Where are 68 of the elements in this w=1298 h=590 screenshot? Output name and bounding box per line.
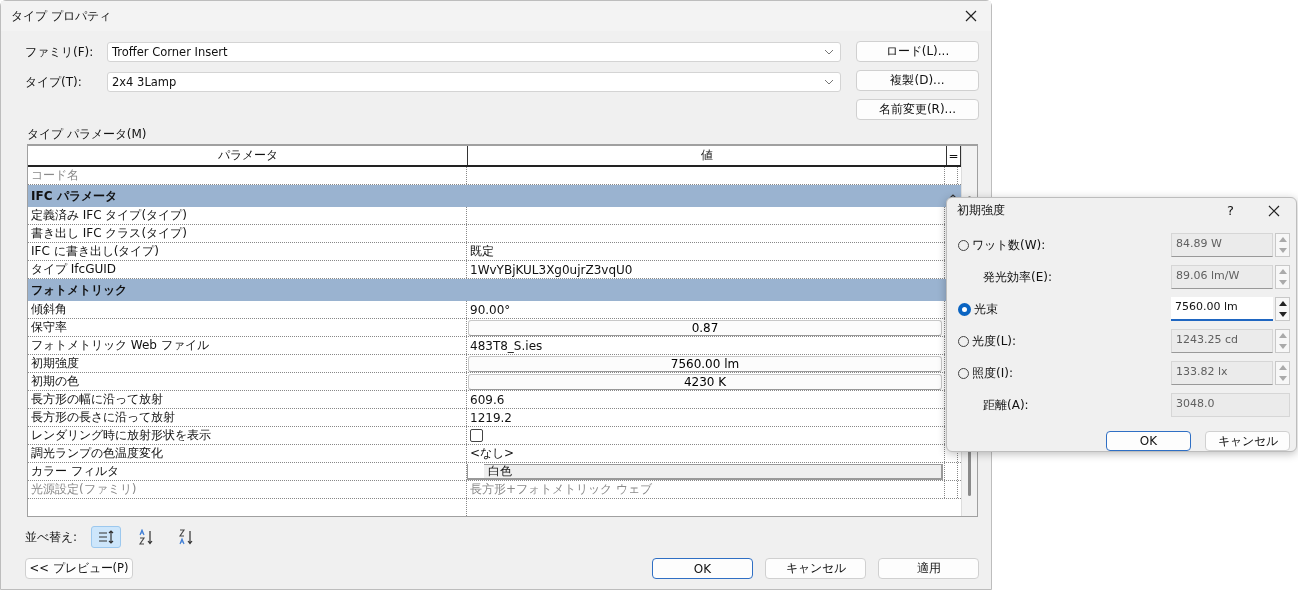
parameter-value: 長方形+フォトメトリック ウェブ	[470, 481, 652, 498]
dialog-button[interactable]: キャンセル	[1205, 431, 1290, 451]
parameter-name: 書き出し IFC クラス(タイプ)	[28, 225, 467, 242]
parameter-name: 傾斜角	[28, 301, 467, 318]
color-name: 白色	[488, 462, 512, 480]
dialog-button[interactable]: OK	[652, 558, 753, 579]
sort-descending-icon	[178, 529, 195, 545]
type-label: タイプ(T):	[25, 73, 83, 91]
side-button[interactable]: 名前変更(R)...	[856, 99, 979, 120]
parameter-value: 90.00°	[470, 302, 511, 317]
parameter-name: タイプ IfcGUID	[28, 261, 467, 278]
close-icon[interactable]	[965, 10, 977, 22]
parameter-value: 既定	[470, 243, 494, 260]
parameter-name: IFC に書き出し(タイプ)	[28, 243, 467, 260]
parameter-value: 1WvYBjKUL3Xg0ujrZ3vqU0	[470, 262, 633, 277]
checkbox[interactable]	[470, 429, 483, 442]
option-label: 照度(I):	[972, 364, 1013, 382]
option-label: ワット数(W):	[972, 236, 1046, 254]
parameter-name: コード名	[28, 167, 467, 184]
sort-label: 並べ替え:	[25, 528, 78, 546]
radio-button[interactable]	[958, 302, 971, 316]
parameter-name: 初期強度	[28, 355, 467, 372]
parameter-name: 調光ランプの色温度変化	[28, 445, 467, 462]
close-icon[interactable]	[1268, 204, 1280, 217]
dialog-button[interactable]: 適用	[878, 558, 979, 579]
field-label: 発光効率(E):	[983, 268, 1052, 286]
side-button[interactable]: 複製(D)...	[856, 70, 979, 91]
group-header[interactable]: IFC パラメータ	[31, 187, 117, 205]
parameter-name: 長方形の長さに沿って放射	[28, 409, 467, 426]
preview-button[interactable]: << プレビュー(P)	[25, 558, 133, 579]
value-button[interactable]: 0.87	[468, 319, 942, 336]
value-button[interactable]: 7560.00 lm	[468, 355, 942, 372]
parameter-value: 1219.2	[470, 410, 512, 425]
window-title: タイプ プロパティ	[11, 7, 111, 25]
help-button[interactable]: ?	[1227, 203, 1234, 218]
parameter-name: 保守率	[28, 319, 467, 336]
parameter-value: 609.6	[470, 392, 505, 407]
dialog-button[interactable]: キャンセル	[765, 558, 866, 579]
value-field[interactable]: 7560.00 lm	[1171, 297, 1273, 321]
option-label: 光度(L):	[972, 332, 1017, 350]
type-dropdown[interactable]: 2x4 3Lamp	[107, 72, 841, 92]
dialog-button[interactable]: OK	[1106, 431, 1191, 451]
side-button[interactable]: ロード(L)...	[856, 41, 979, 62]
family-dropdown[interactable]: Troffer Corner Insert	[107, 42, 841, 62]
spinner[interactable]	[1275, 297, 1290, 321]
parameter-value: <なし>	[470, 445, 515, 462]
parameter-name: 光源設定(ファミリ)	[28, 481, 467, 498]
color-button[interactable]: 白色	[467, 463, 943, 480]
dialog-title: 初期強度	[957, 202, 1006, 219]
column-header[interactable]: 値	[468, 146, 947, 165]
column-header[interactable]: パラメータ	[28, 146, 468, 165]
group-header[interactable]: フォトメトリック	[31, 281, 127, 299]
parameter-name: 長方形の幅に沿って放射	[28, 391, 467, 408]
group-sort-button[interactable]	[91, 526, 122, 548]
parameter-value: 483T8_S.ies	[470, 338, 543, 353]
parameters-label: タイプ パラメータ(M)	[27, 126, 148, 143]
parameter-name: レンダリング時に放射形状を表示	[28, 427, 467, 444]
sort-ascending-icon	[138, 529, 155, 545]
value-button[interactable]: 4230 K	[468, 373, 942, 390]
chevron-down-icon	[824, 49, 834, 55]
parameter-name: 初期の色	[28, 373, 467, 390]
group-sort-icon	[98, 530, 115, 544]
parameter-name: 定義済み IFC タイプ(タイプ)	[28, 207, 467, 224]
chevron-down-icon	[824, 79, 834, 85]
parameter-name: フォトメトリック Web ファイル	[28, 337, 467, 354]
option-label: 光束	[974, 300, 998, 318]
family-label: ファミリ(F):	[25, 43, 95, 61]
field-label: 距離(A):	[983, 396, 1029, 414]
